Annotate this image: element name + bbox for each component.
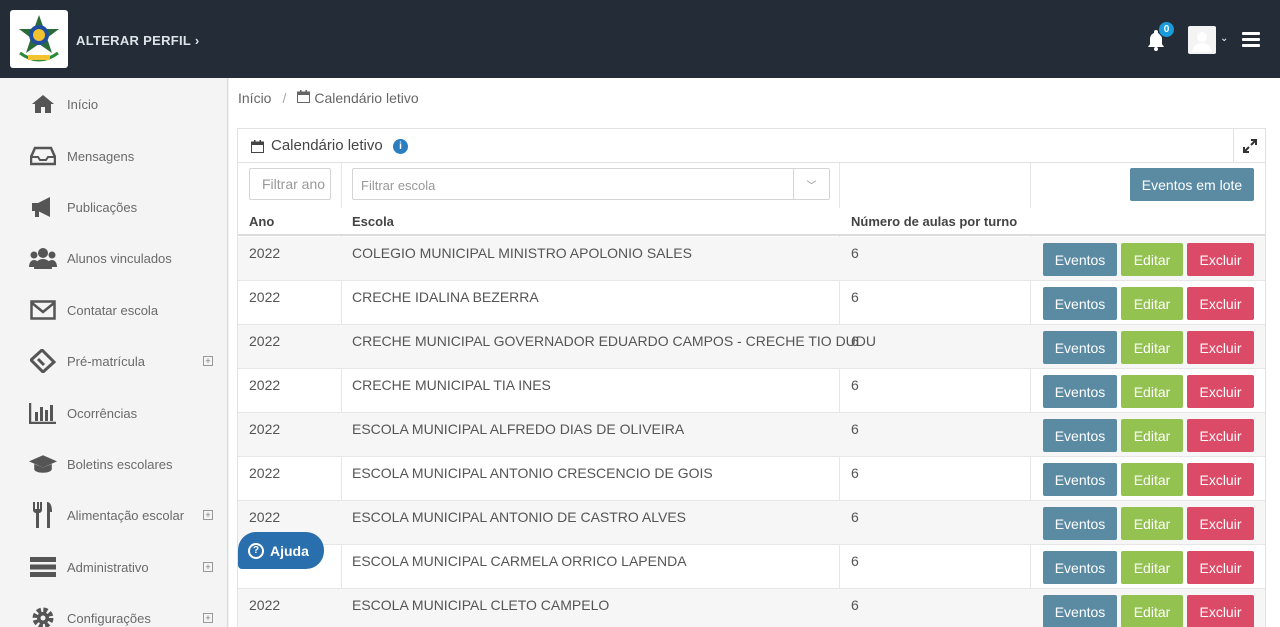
editar-button[interactable]: Editar xyxy=(1121,419,1183,452)
graduation-cap-icon xyxy=(29,451,57,477)
eventos-button[interactable]: Eventos xyxy=(1043,331,1117,364)
users-icon xyxy=(29,245,57,271)
sidebar-item-configuracoes[interactable]: Configurações + xyxy=(0,596,228,627)
excluir-button[interactable]: Excluir xyxy=(1187,551,1254,584)
sidebar-item-boletins-escolares[interactable]: Boletins escolares xyxy=(0,442,228,486)
sidebar-item-mensagens[interactable]: Mensagens xyxy=(0,134,228,178)
table-row: 2022 CRECHE IDALINA BEZERRA 6 Eventos Ed… xyxy=(238,281,1265,325)
editar-button[interactable]: Editar xyxy=(1121,331,1183,364)
calendar-icon xyxy=(251,140,264,156)
gear-icon xyxy=(29,605,57,627)
brasao-logo[interactable] xyxy=(10,10,68,68)
editar-button[interactable]: Editar xyxy=(1121,463,1183,496)
expand-icon[interactable]: + xyxy=(203,613,213,623)
excluir-button[interactable]: Excluir xyxy=(1187,243,1254,276)
editar-button[interactable]: Editar xyxy=(1121,595,1183,627)
editar-button[interactable]: Editar xyxy=(1121,287,1183,320)
excluir-button[interactable]: Excluir xyxy=(1187,419,1254,452)
eventos-button[interactable]: Eventos xyxy=(1043,463,1117,496)
filter-row: Filtrar ano Filtrar escola ﹀ Eventos em … xyxy=(238,163,1265,208)
filter-ano-input[interactable]: Filtrar ano xyxy=(249,168,331,200)
panel-header: Calendário letivo i xyxy=(238,129,1265,163)
editar-button[interactable]: Editar xyxy=(1121,507,1183,540)
eventos-button[interactable]: Eventos xyxy=(1043,243,1117,276)
eventos-button[interactable]: Eventos xyxy=(1043,595,1117,627)
table-row: 2022 CRECHE MUNICIPAL TIA INES 6 Eventos… xyxy=(238,369,1265,413)
filter-escola-select[interactable]: Filtrar escola ﹀ xyxy=(352,168,830,200)
chevron-down-icon[interactable]: ⌄ xyxy=(1220,33,1228,44)
sidebar-item-administrativo[interactable]: Administrativo + xyxy=(0,545,228,589)
home-icon xyxy=(29,91,57,117)
sidebar-item-pre-matricula[interactable]: Pré-matrícula + xyxy=(0,339,228,383)
panel-title: Calendário letivo xyxy=(271,137,383,154)
table-row: 2022 COLEGIO MUNICIPAL MINISTRO APOLONIO… xyxy=(238,237,1265,281)
sidebar-item-ocorrencias[interactable]: Ocorrências xyxy=(0,391,228,435)
calendar-icon xyxy=(297,90,311,106)
eventos-button[interactable]: Eventos xyxy=(1043,507,1117,540)
notification-badge: 0 xyxy=(1158,21,1175,38)
editar-button[interactable]: Editar xyxy=(1121,243,1183,276)
top-bar: ALTERAR PERFIL › 0 ⌄ xyxy=(0,0,1280,78)
bar-chart-icon xyxy=(29,400,57,426)
expand-icon[interactable]: + xyxy=(203,356,213,366)
breadcrumb-home[interactable]: Início xyxy=(238,90,271,106)
sidebar-item-inicio[interactable]: Início xyxy=(0,82,228,126)
sidebar-item-alunos-vinculados[interactable]: Alunos vinculados xyxy=(0,236,228,280)
eventos-button[interactable]: Eventos xyxy=(1043,551,1117,584)
sidebar: Início Mensagens Publicações Alunos vinc… xyxy=(0,78,228,627)
eventos-button[interactable]: Eventos xyxy=(1043,375,1117,408)
sidebar-item-contatar-escola[interactable]: Contatar escola xyxy=(0,288,228,332)
info-icon[interactable]: i xyxy=(393,139,408,154)
editar-button[interactable]: Editar xyxy=(1121,551,1183,584)
hamburger-menu-icon[interactable] xyxy=(1242,32,1260,48)
column-header-escola[interactable]: Escola xyxy=(352,214,394,229)
expand-icon[interactable] xyxy=(1233,129,1265,162)
eventos-button[interactable]: Eventos xyxy=(1043,419,1117,452)
server-icon xyxy=(29,554,57,580)
sidebar-item-publicacoes[interactable]: Publicações xyxy=(0,185,228,229)
avatar[interactable] xyxy=(1188,26,1216,54)
megaphone-icon xyxy=(29,194,57,220)
inbox-icon xyxy=(29,143,57,169)
excluir-button[interactable]: Excluir xyxy=(1187,507,1254,540)
column-header-aulas[interactable]: Número de aulas por turno xyxy=(851,214,1017,229)
table-header: Ano Escola Número de aulas por turno xyxy=(238,208,1265,236)
breadcrumb: Início / Calendário letivo xyxy=(238,90,419,106)
main-content: Início / Calendário letivo Calendário le… xyxy=(229,78,1280,627)
chevron-down-icon[interactable]: ﹀ xyxy=(793,169,829,199)
alterar-perfil-link[interactable]: ALTERAR PERFIL › xyxy=(76,33,200,48)
table-row: 2022 ESCOLA MUNICIPAL ANTONIO DE CASTRO … xyxy=(238,501,1265,545)
expand-icon[interactable]: + xyxy=(203,562,213,572)
envelope-icon xyxy=(29,297,57,323)
editar-button[interactable]: Editar xyxy=(1121,375,1183,408)
eventos-button[interactable]: Eventos xyxy=(1043,287,1117,320)
breadcrumb-separator: / xyxy=(282,90,287,106)
ticket-icon xyxy=(29,348,57,374)
eventos-em-lote-button[interactable]: Eventos em lote xyxy=(1130,168,1254,201)
ajuda-button[interactable]: ? Ajuda xyxy=(238,532,324,569)
expand-icon[interactable]: + xyxy=(203,510,213,520)
sidebar-item-alimentacao-escolar[interactable]: Alimentação escolar + xyxy=(0,493,228,537)
table-row: 2022 CRECHE MUNICIPAL GOVERNADOR EDUARDO… xyxy=(238,325,1265,369)
excluir-button[interactable]: Excluir xyxy=(1187,331,1254,364)
table-row: ESCOLA MUNICIPAL CARMELA ORRICO LAPENDA … xyxy=(238,545,1265,589)
excluir-button[interactable]: Excluir xyxy=(1187,595,1254,627)
table-row: 2022 ESCOLA MUNICIPAL ALFREDO DIAS DE OL… xyxy=(238,413,1265,457)
question-icon: ? xyxy=(248,542,264,559)
excluir-button[interactable]: Excluir xyxy=(1187,375,1254,408)
table-row: 2022 ESCOLA MUNICIPAL CLETO CAMPELO 6 Ev… xyxy=(238,589,1265,627)
calendario-panel: Calendário letivo i Filtrar ano Filtrar … xyxy=(237,128,1266,627)
table-row: 2022 ESCOLA MUNICIPAL ANTONIO CRESCENCIO… xyxy=(238,457,1265,501)
excluir-button[interactable]: Excluir xyxy=(1187,287,1254,320)
cutlery-icon xyxy=(29,502,57,528)
excluir-button[interactable]: Excluir xyxy=(1187,463,1254,496)
ajuda-label: Ajuda xyxy=(270,542,309,559)
breadcrumb-current: Calendário letivo xyxy=(314,90,419,106)
column-header-ano[interactable]: Ano xyxy=(249,214,274,229)
